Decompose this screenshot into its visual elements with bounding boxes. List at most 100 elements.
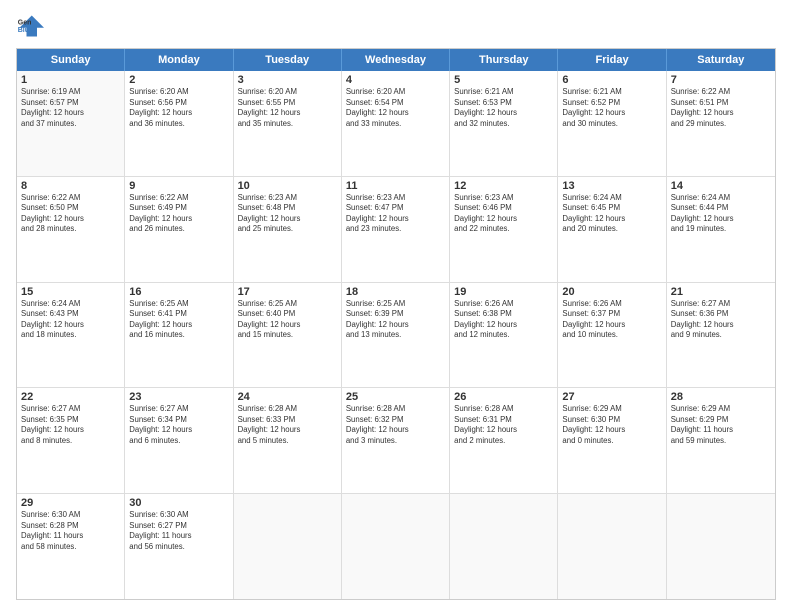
header-day-saturday: Saturday: [667, 49, 775, 71]
day-info: Sunrise: 6:25 AM Sunset: 6:40 PM Dayligh…: [238, 299, 337, 341]
day-number: 20: [562, 286, 661, 298]
calendar-cell: [342, 494, 450, 599]
calendar-cell: 19Sunrise: 6:26 AM Sunset: 6:38 PM Dayli…: [450, 283, 558, 388]
day-number: 12: [454, 180, 553, 192]
day-info: Sunrise: 6:22 AM Sunset: 6:49 PM Dayligh…: [129, 193, 228, 235]
day-info: Sunrise: 6:26 AM Sunset: 6:37 PM Dayligh…: [562, 299, 661, 341]
day-number: 22: [21, 391, 120, 403]
day-info: Sunrise: 6:28 AM Sunset: 6:32 PM Dayligh…: [346, 404, 445, 446]
day-number: 19: [454, 286, 553, 298]
calendar-cell: [234, 494, 342, 599]
calendar-cell: 30Sunrise: 6:30 AM Sunset: 6:27 PM Dayli…: [125, 494, 233, 599]
day-info: Sunrise: 6:22 AM Sunset: 6:50 PM Dayligh…: [21, 193, 120, 235]
calendar-cell: 27Sunrise: 6:29 AM Sunset: 6:30 PM Dayli…: [558, 388, 666, 493]
calendar-row-3: 15Sunrise: 6:24 AM Sunset: 6:43 PM Dayli…: [17, 283, 775, 389]
day-info: Sunrise: 6:26 AM Sunset: 6:38 PM Dayligh…: [454, 299, 553, 341]
day-number: 1: [21, 74, 120, 86]
logo: Gen Blue: [16, 12, 48, 40]
day-info: Sunrise: 6:20 AM Sunset: 6:54 PM Dayligh…: [346, 87, 445, 129]
calendar-cell: 29Sunrise: 6:30 AM Sunset: 6:28 PM Dayli…: [17, 494, 125, 599]
calendar-cell: 13Sunrise: 6:24 AM Sunset: 6:45 PM Dayli…: [558, 177, 666, 282]
day-number: 28: [671, 391, 771, 403]
header-day-monday: Monday: [125, 49, 233, 71]
day-number: 26: [454, 391, 553, 403]
day-number: 14: [671, 180, 771, 192]
logo-icon: Gen Blue: [16, 12, 44, 40]
day-number: 2: [129, 74, 228, 86]
calendar-cell: 18Sunrise: 6:25 AM Sunset: 6:39 PM Dayli…: [342, 283, 450, 388]
day-number: 6: [562, 74, 661, 86]
day-number: 21: [671, 286, 771, 298]
calendar-cell: [558, 494, 666, 599]
day-number: 7: [671, 74, 771, 86]
day-info: Sunrise: 6:30 AM Sunset: 6:28 PM Dayligh…: [21, 510, 120, 552]
calendar-cell: [667, 494, 775, 599]
day-info: Sunrise: 6:27 AM Sunset: 6:35 PM Dayligh…: [21, 404, 120, 446]
calendar-cell: 21Sunrise: 6:27 AM Sunset: 6:36 PM Dayli…: [667, 283, 775, 388]
calendar-header: SundayMondayTuesdayWednesdayThursdayFrid…: [17, 49, 775, 71]
day-info: Sunrise: 6:28 AM Sunset: 6:31 PM Dayligh…: [454, 404, 553, 446]
calendar-cell: 23Sunrise: 6:27 AM Sunset: 6:34 PM Dayli…: [125, 388, 233, 493]
day-number: 23: [129, 391, 228, 403]
day-number: 30: [129, 497, 228, 509]
calendar-cell: 25Sunrise: 6:28 AM Sunset: 6:32 PM Dayli…: [342, 388, 450, 493]
day-number: 10: [238, 180, 337, 192]
day-number: 25: [346, 391, 445, 403]
svg-text:Gen: Gen: [18, 19, 32, 26]
calendar-cell: 9Sunrise: 6:22 AM Sunset: 6:49 PM Daylig…: [125, 177, 233, 282]
day-number: 9: [129, 180, 228, 192]
day-info: Sunrise: 6:23 AM Sunset: 6:46 PM Dayligh…: [454, 193, 553, 235]
day-info: Sunrise: 6:24 AM Sunset: 6:43 PM Dayligh…: [21, 299, 120, 341]
calendar-cell: 20Sunrise: 6:26 AM Sunset: 6:37 PM Dayli…: [558, 283, 666, 388]
calendar-cell: 6Sunrise: 6:21 AM Sunset: 6:52 PM Daylig…: [558, 71, 666, 176]
calendar-cell: 12Sunrise: 6:23 AM Sunset: 6:46 PM Dayli…: [450, 177, 558, 282]
calendar-cell: 16Sunrise: 6:25 AM Sunset: 6:41 PM Dayli…: [125, 283, 233, 388]
day-info: Sunrise: 6:19 AM Sunset: 6:57 PM Dayligh…: [21, 87, 120, 129]
calendar-row-5: 29Sunrise: 6:30 AM Sunset: 6:28 PM Dayli…: [17, 494, 775, 599]
day-number: 15: [21, 286, 120, 298]
svg-text:Blue: Blue: [18, 27, 33, 34]
day-number: 11: [346, 180, 445, 192]
day-number: 4: [346, 74, 445, 86]
day-number: 27: [562, 391, 661, 403]
header: Gen Blue: [16, 12, 776, 40]
day-number: 5: [454, 74, 553, 86]
header-day-tuesday: Tuesday: [234, 49, 342, 71]
calendar-cell: 28Sunrise: 6:29 AM Sunset: 6:29 PM Dayli…: [667, 388, 775, 493]
calendar-cell: 3Sunrise: 6:20 AM Sunset: 6:55 PM Daylig…: [234, 71, 342, 176]
day-info: Sunrise: 6:27 AM Sunset: 6:34 PM Dayligh…: [129, 404, 228, 446]
calendar-cell: 24Sunrise: 6:28 AM Sunset: 6:33 PM Dayli…: [234, 388, 342, 493]
day-info: Sunrise: 6:29 AM Sunset: 6:30 PM Dayligh…: [562, 404, 661, 446]
day-number: 3: [238, 74, 337, 86]
calendar-row-4: 22Sunrise: 6:27 AM Sunset: 6:35 PM Dayli…: [17, 388, 775, 494]
day-number: 13: [562, 180, 661, 192]
day-info: Sunrise: 6:21 AM Sunset: 6:52 PM Dayligh…: [562, 87, 661, 129]
day-number: 24: [238, 391, 337, 403]
calendar-cell: 15Sunrise: 6:24 AM Sunset: 6:43 PM Dayli…: [17, 283, 125, 388]
calendar-cell: 1Sunrise: 6:19 AM Sunset: 6:57 PM Daylig…: [17, 71, 125, 176]
day-info: Sunrise: 6:23 AM Sunset: 6:48 PM Dayligh…: [238, 193, 337, 235]
calendar-cell: 26Sunrise: 6:28 AM Sunset: 6:31 PM Dayli…: [450, 388, 558, 493]
calendar-cell: 11Sunrise: 6:23 AM Sunset: 6:47 PM Dayli…: [342, 177, 450, 282]
calendar-cell: 10Sunrise: 6:23 AM Sunset: 6:48 PM Dayli…: [234, 177, 342, 282]
day-number: 18: [346, 286, 445, 298]
calendar-row-2: 8Sunrise: 6:22 AM Sunset: 6:50 PM Daylig…: [17, 177, 775, 283]
calendar-cell: 22Sunrise: 6:27 AM Sunset: 6:35 PM Dayli…: [17, 388, 125, 493]
calendar-cell: 2Sunrise: 6:20 AM Sunset: 6:56 PM Daylig…: [125, 71, 233, 176]
calendar-cell: 4Sunrise: 6:20 AM Sunset: 6:54 PM Daylig…: [342, 71, 450, 176]
day-info: Sunrise: 6:28 AM Sunset: 6:33 PM Dayligh…: [238, 404, 337, 446]
day-info: Sunrise: 6:25 AM Sunset: 6:41 PM Dayligh…: [129, 299, 228, 341]
header-day-wednesday: Wednesday: [342, 49, 450, 71]
day-info: Sunrise: 6:20 AM Sunset: 6:55 PM Dayligh…: [238, 87, 337, 129]
day-info: Sunrise: 6:21 AM Sunset: 6:53 PM Dayligh…: [454, 87, 553, 129]
calendar-row-1: 1Sunrise: 6:19 AM Sunset: 6:57 PM Daylig…: [17, 71, 775, 177]
day-number: 16: [129, 286, 228, 298]
header-day-sunday: Sunday: [17, 49, 125, 71]
header-day-friday: Friday: [558, 49, 666, 71]
calendar-cell: 17Sunrise: 6:25 AM Sunset: 6:40 PM Dayli…: [234, 283, 342, 388]
calendar-cell: 7Sunrise: 6:22 AM Sunset: 6:51 PM Daylig…: [667, 71, 775, 176]
day-number: 8: [21, 180, 120, 192]
day-info: Sunrise: 6:22 AM Sunset: 6:51 PM Dayligh…: [671, 87, 771, 129]
header-day-thursday: Thursday: [450, 49, 558, 71]
day-info: Sunrise: 6:24 AM Sunset: 6:45 PM Dayligh…: [562, 193, 661, 235]
